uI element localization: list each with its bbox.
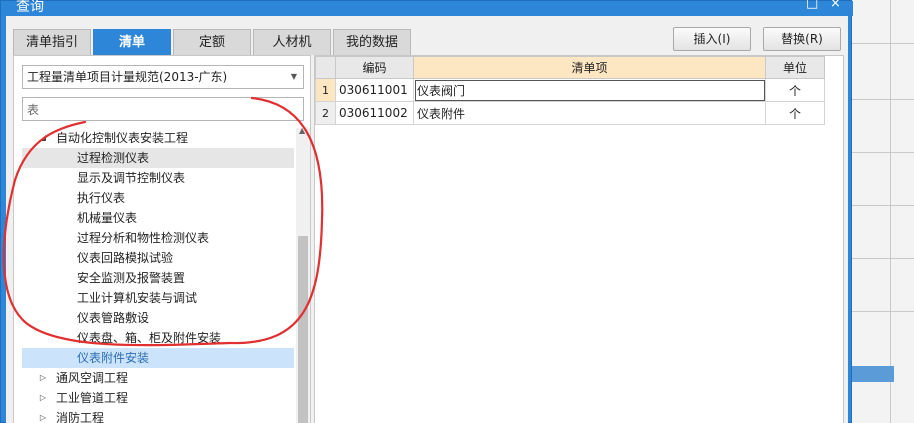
tree-item-label: 仪表回路模拟试验	[77, 251, 174, 265]
tree-item[interactable]: 机械量仪表	[22, 208, 294, 228]
column-header-item[interactable]: 清单项	[413, 56, 766, 79]
replace-button[interactable]: 替换(R)	[763, 27, 841, 51]
table-row[interactable]: 1 030611001 仪表阀门 个	[315, 78, 825, 102]
result-grid: 编码 清单项 单位 1 030611001 仪表阀门 个 2 030611002	[315, 56, 825, 125]
collapse-triangle-icon[interactable]: ◢	[38, 128, 48, 148]
tree-item-label: 过程检测仪表	[77, 151, 150, 165]
tab-list-guide[interactable]: 清单指引	[13, 29, 91, 55]
chevron-down-icon[interactable]: ▼	[291, 66, 297, 88]
row-number[interactable]: 1	[315, 78, 336, 102]
tree-item-label: 仪表附件安装	[77, 351, 150, 365]
cell-unit[interactable]: 个	[765, 101, 825, 125]
background-divider	[850, 311, 914, 312]
tree-item[interactable]: ▷ 工业管道工程	[22, 388, 294, 408]
standard-select[interactable]: 工程量清单项目计量规范(2013-广东) ▼	[22, 65, 304, 89]
tree-item-label: 仪表管路敷设	[77, 311, 150, 325]
search-box[interactable]	[22, 97, 304, 121]
tree-item-label: 通风空调工程	[56, 371, 129, 385]
tree-item[interactable]: 仪表附件安装	[22, 348, 294, 368]
dialog-title: 查询	[16, 0, 44, 15]
tree-item[interactable]: ▷ 消防工程	[22, 408, 294, 423]
close-button[interactable]: ×	[830, 0, 841, 11]
tree-item[interactable]: ▷ 通风空调工程	[22, 368, 294, 388]
tree-item[interactable]: 仪表盘、箱、柜及附件安装	[22, 328, 294, 348]
tab-list[interactable]: 清单	[93, 29, 171, 55]
tree-item[interactable]: 安全监测及报警装置	[22, 268, 294, 288]
tree-item-label: 工业计算机安装与调试	[77, 291, 198, 305]
tab-labor-material-machine[interactable]: 人材机	[253, 29, 331, 55]
tree-item-label: 安全监测及报警装置	[77, 271, 186, 285]
background-divider	[850, 99, 914, 100]
tree-item-label: 自动化控制仪表安装工程	[56, 131, 189, 145]
scrollbar-thumb[interactable]	[298, 236, 308, 423]
expand-triangle-icon[interactable]: ▷	[38, 408, 48, 423]
background-divider	[850, 43, 914, 44]
tree-item-label: 消防工程	[56, 411, 105, 423]
tree-item[interactable]: 过程分析和物性检测仪表	[22, 228, 294, 248]
tree-item-label: 执行仪表	[77, 191, 126, 205]
title-bar[interactable]: 查询 □ ×	[1, 0, 853, 16]
table-row[interactable]: 2 030611002 仪表附件 个	[315, 101, 825, 125]
row-number[interactable]: 2	[315, 101, 336, 125]
query-dialog: 查询 □ × 清单指引 清单 定额 人材机 我的数据 插入(I) 替换(R) 工…	[0, 0, 853, 423]
cell-code[interactable]: 030611001	[335, 78, 414, 102]
cell-code[interactable]: 030611002	[335, 101, 414, 125]
background-divider	[850, 152, 914, 153]
background-divider	[850, 205, 914, 206]
background-selection	[850, 366, 894, 382]
tree-item[interactable]: 工业计算机安装与调试	[22, 288, 294, 308]
standard-select-value: 工程量清单项目计量规范(2013-广东)	[27, 70, 228, 84]
tree-item[interactable]: ◢ 自动化控制仪表安装工程	[22, 128, 294, 148]
cell-unit[interactable]: 个	[765, 78, 825, 102]
insert-button[interactable]: 插入(I)	[673, 27, 751, 51]
tree-item[interactable]: 执行仪表	[22, 188, 294, 208]
category-tree: ◢ 自动化控制仪表安装工程过程检测仪表显示及调节控制仪表 执行仪表机械量仪表过程分析…	[22, 128, 294, 423]
tree-item[interactable]: 仪表回路模拟试验	[22, 248, 294, 268]
tree-item[interactable]: 过程检测仪表	[22, 148, 294, 168]
dialog-body: 清单指引 清单 定额 人材机 我的数据 插入(I) 替换(R) 工程量清单项目计…	[6, 16, 848, 423]
search-input[interactable]	[27, 99, 297, 119]
background-app	[850, 0, 914, 423]
result-grid-panel: 编码 清单项 单位 1 030611001 仪表阀门 个 2 030611002	[314, 55, 844, 423]
background-divider	[850, 258, 914, 259]
tree-item-label: 工业管道工程	[56, 391, 129, 405]
tab-quota[interactable]: 定额	[173, 29, 251, 55]
row-number-header	[315, 56, 336, 79]
left-panel: 工程量清单项目计量规范(2013-广东) ▼ ◢ 自动化控制仪表安装工程过程检测仪…	[13, 55, 311, 423]
scroll-up-icon[interactable]: ▲	[299, 126, 305, 135]
cell-item-name[interactable]: 仪表附件	[413, 101, 766, 125]
tree-item[interactable]: 仪表管路敷设	[22, 308, 294, 328]
column-header-unit[interactable]: 单位	[765, 56, 825, 79]
column-header-code[interactable]: 编码	[335, 56, 414, 79]
grid-header-row: 编码 清单项 单位	[315, 56, 825, 79]
cell-item-name[interactable]: 仪表阀门	[413, 78, 766, 102]
tree-item-label: 仪表盘、箱、柜及附件安装	[77, 331, 222, 345]
tree-scrollbar[interactable]: ▲	[296, 126, 310, 423]
expand-triangle-icon[interactable]: ▷	[38, 368, 48, 388]
tree-item-label: 过程分析和物性检测仪表	[77, 231, 210, 245]
tab-my-data[interactable]: 我的数据	[333, 29, 411, 55]
background-divider	[890, 0, 891, 423]
expand-triangle-icon[interactable]: ▷	[38, 388, 48, 408]
tree-item-label: 机械量仪表	[77, 211, 138, 225]
tree-item-label: 显示及调节控制仪表	[77, 171, 186, 185]
maximize-button[interactable]: □	[806, 0, 818, 11]
tree-item[interactable]: 显示及调节控制仪表	[22, 168, 294, 188]
